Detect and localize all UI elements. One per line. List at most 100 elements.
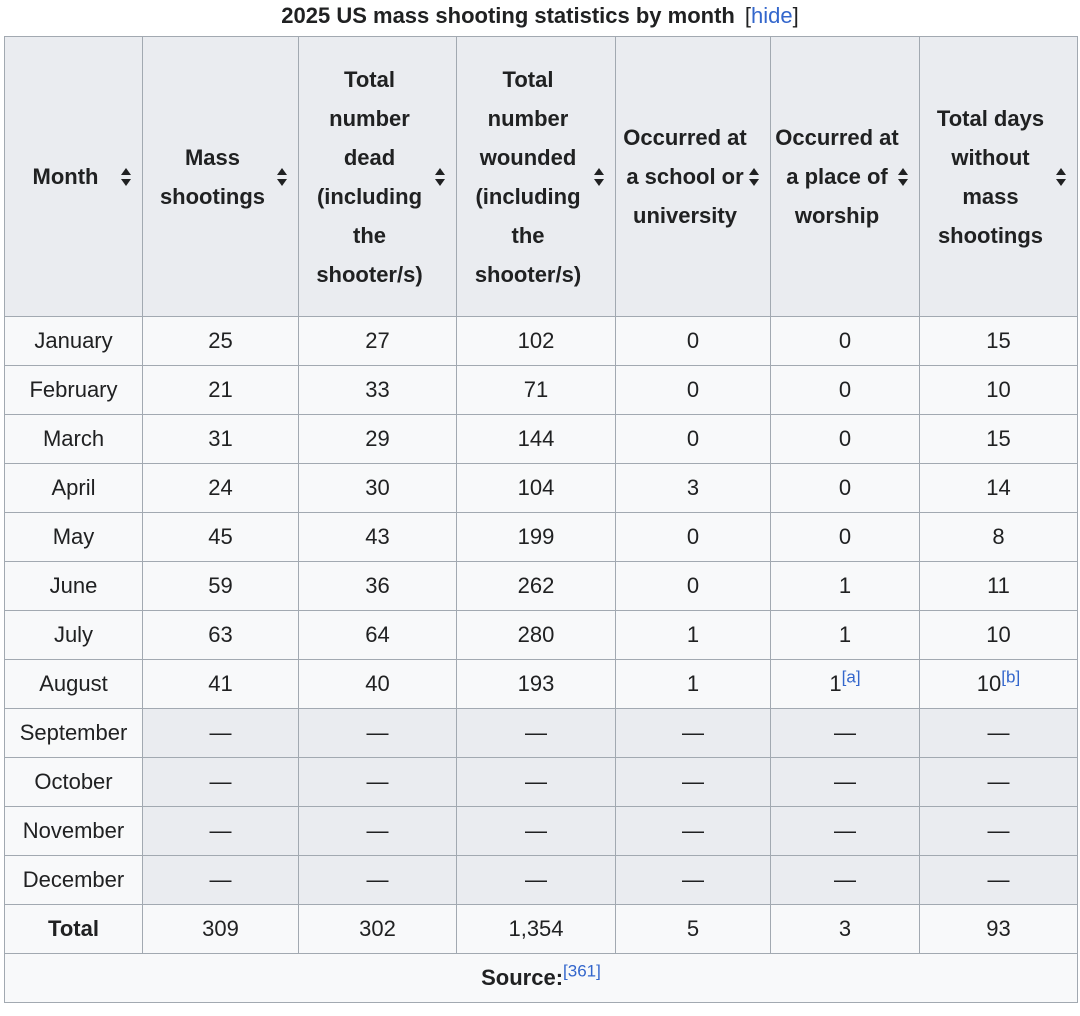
total-school: 5 [615, 904, 771, 954]
sort-icon[interactable] [898, 167, 909, 186]
total-dead: 302 [298, 904, 457, 954]
school-cell: — [615, 806, 771, 856]
sort-icon[interactable] [594, 167, 605, 186]
sort-icon[interactable] [749, 167, 760, 186]
month-cell: November [4, 806, 143, 856]
dead-cell: 33 [298, 365, 457, 415]
days-cell: 15 [919, 316, 1078, 366]
month-cell: March [4, 414, 143, 464]
worship-cell: 1[a] [770, 659, 920, 709]
school-cell: 0 [615, 512, 771, 562]
total-days: 93 [919, 904, 1078, 954]
wounded-cell: 71 [456, 365, 616, 415]
shootings-cell: 21 [142, 365, 299, 415]
wounded-cell: 102 [456, 316, 616, 366]
month-cell: December [4, 855, 143, 905]
dead-cell: — [298, 757, 457, 807]
dead-cell: 27 [298, 316, 457, 366]
sort-icon[interactable] [435, 167, 446, 186]
worship-cell: 0 [770, 316, 920, 366]
sort-icon[interactable] [1056, 167, 1067, 186]
hide-toggle-wrap: [hide] [745, 3, 799, 28]
month-cell: October [4, 757, 143, 807]
worship-value: 1 [829, 671, 842, 696]
shootings-cell: 59 [142, 561, 299, 611]
wounded-cell: 104 [456, 463, 616, 513]
wounded-cell: — [456, 757, 616, 807]
total-worship: 3 [770, 904, 920, 954]
table-row: July 63 64 280 1 1 10 [4, 610, 1078, 660]
footnote-a-link[interactable]: [a] [842, 668, 861, 687]
header-days-without[interactable]: Total days without mass shootings [919, 36, 1078, 317]
school-cell: 0 [615, 316, 771, 366]
dead-cell: 29 [298, 414, 457, 464]
dead-cell: 43 [298, 512, 457, 562]
shootings-cell: — [142, 855, 299, 905]
worship-cell: 1 [770, 561, 920, 611]
header-total-wounded[interactable]: Total number wounded (including the shoo… [456, 36, 616, 317]
wounded-cell: 144 [456, 414, 616, 464]
school-cell: 0 [615, 414, 771, 464]
dead-cell: 36 [298, 561, 457, 611]
dead-cell: — [298, 855, 457, 905]
header-mass-shootings[interactable]: Mass shootings [142, 36, 299, 317]
month-cell: January [4, 316, 143, 366]
days-cell: 15 [919, 414, 1078, 464]
worship-cell: 0 [770, 414, 920, 464]
table-row: September — — — — — — [4, 708, 1078, 758]
wounded-cell: 262 [456, 561, 616, 611]
hide-link[interactable]: hide [751, 3, 793, 28]
days-cell: 10 [919, 610, 1078, 660]
worship-cell: — [770, 806, 920, 856]
source-cell: Source:[361] [4, 953, 1078, 1003]
footnote-b: [b] [1001, 668, 1020, 687]
table-row: December — — — — — — [4, 855, 1078, 905]
shootings-cell: — [142, 757, 299, 807]
sort-icon[interactable] [277, 167, 288, 186]
school-cell: 3 [615, 463, 771, 513]
source-ref-link[interactable]: [361] [563, 962, 601, 981]
month-cell: September [4, 708, 143, 758]
sort-icon[interactable] [121, 167, 132, 186]
table-row: June 59 36 262 0 1 11 [4, 561, 1078, 611]
total-row: Total 309 302 1,354 5 3 93 [4, 904, 1078, 954]
worship-cell: — [770, 855, 920, 905]
footnote-b-link[interactable]: [b] [1001, 668, 1020, 687]
days-cell: 11 [919, 561, 1078, 611]
shootings-cell: — [142, 708, 299, 758]
wounded-cell: 199 [456, 512, 616, 562]
table-title: 2025 US mass shooting statistics by mont… [281, 3, 735, 28]
school-cell: — [615, 708, 771, 758]
days-cell: 10 [919, 365, 1078, 415]
source-ref: [361] [563, 962, 601, 981]
dead-cell: — [298, 708, 457, 758]
header-school[interactable]: Occurred at a school or university [615, 36, 771, 317]
table-caption: 2025 US mass shooting statistics by mont… [0, 0, 1080, 34]
worship-cell: 0 [770, 512, 920, 562]
school-cell: 0 [615, 365, 771, 415]
header-worship[interactable]: Occurred at a place of worship [770, 36, 920, 317]
school-cell: — [615, 757, 771, 807]
hide-bracket-close: ] [792, 3, 799, 28]
header-total-dead[interactable]: Total number dead (including the shooter… [298, 36, 457, 317]
table-row: November — — — — — — [4, 806, 1078, 856]
worship-cell: — [770, 757, 920, 807]
total-shootings: 309 [142, 904, 299, 954]
days-cell: 10[b] [919, 659, 1078, 709]
table-row: January 25 27 102 0 0 15 [4, 316, 1078, 366]
table-row: February 21 33 71 0 0 10 [4, 365, 1078, 415]
total-wounded: 1,354 [456, 904, 616, 954]
dead-cell: 40 [298, 659, 457, 709]
wounded-cell: — [456, 855, 616, 905]
wounded-cell: — [456, 708, 616, 758]
days-cell: — [919, 757, 1078, 807]
month-cell: August [4, 659, 143, 709]
header-month[interactable]: Month [4, 36, 143, 317]
worship-cell: 0 [770, 463, 920, 513]
footnote-a: [a] [842, 668, 861, 687]
school-cell: — [615, 855, 771, 905]
table-row: March 31 29 144 0 0 15 [4, 414, 1078, 464]
month-cell: February [4, 365, 143, 415]
dead-cell: 64 [298, 610, 457, 660]
dead-cell: — [298, 806, 457, 856]
